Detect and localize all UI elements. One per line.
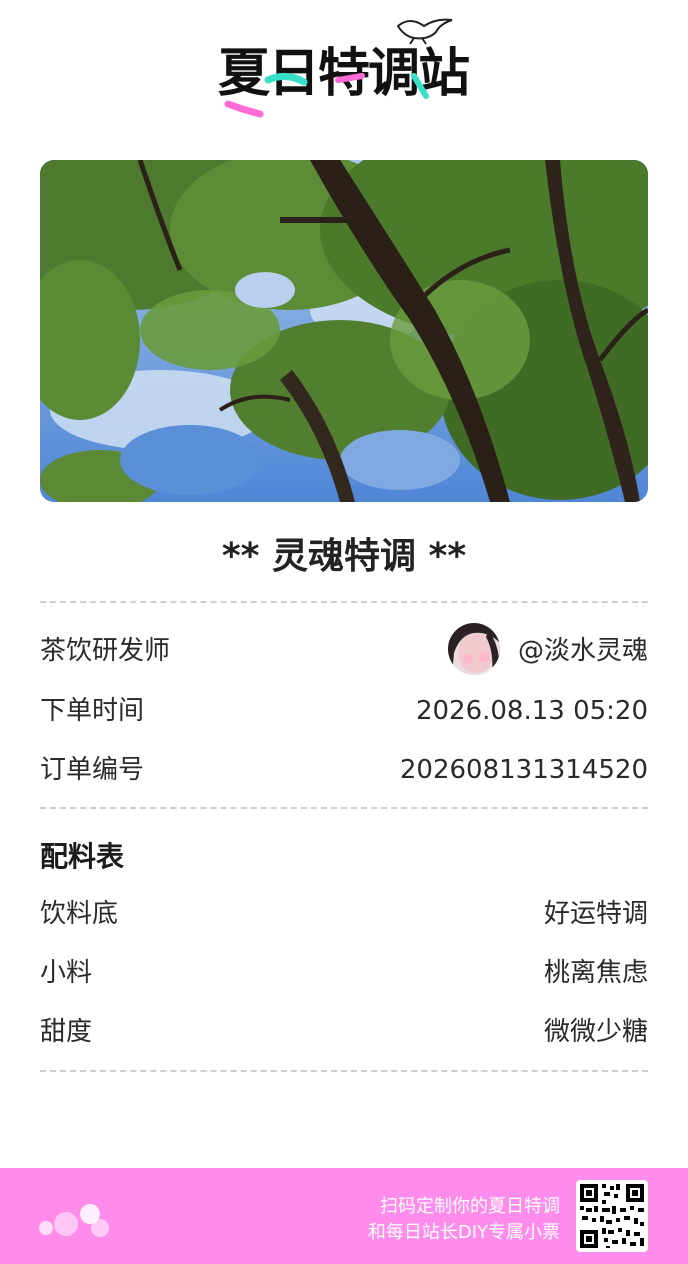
recipe-row-topping: 小料 桃离焦虑 [40,950,648,996]
dashed-divider [40,1070,648,1072]
row-value: 202608131314520 [399,755,648,785]
recipe-row-base: 饮料底 好运特调 [40,891,648,937]
row-value: 桃离焦虑 [543,958,648,988]
recipe-title: 配料表 [40,840,125,873]
seagull-icon [224,18,453,118]
ticket-title: ** 灵魂特调 ** [221,536,467,577]
footer-text: 扫码定制你的夏日特调 和每日站长DIY专属小票 [368,1194,560,1246]
footer-bar: 扫码定制你的夏日特调 和每日站长DIY专属小票 [0,1168,688,1264]
footer-line-2: 和每日站长DIY专属小票 [367,1222,560,1243]
row-label: 茶饮研发师 [40,636,171,666]
blurred-logo-icon [39,1204,109,1237]
hero-photo [40,160,648,502]
dashed-divider [40,601,648,603]
info-row-order-number: 订单编号 202608131314520 [40,747,648,793]
row-label: 饮料底 [40,899,119,929]
row-label: 甜度 [40,1017,93,1047]
recipe-row-sweetness: 甜度 微微少糖 [40,1009,648,1055]
row-value: 微微少糖 [543,1017,648,1047]
row-value: 好运特调 [543,899,648,929]
qr-code-icon[interactable] [576,1180,648,1252]
qr-code-graphic [580,1184,644,1248]
info-row-order-time: 下单时间 2026.08.13 05:20 [40,688,648,734]
row-value: 2026.08.13 05:20 [415,696,648,726]
info-row-developer: 茶饮研发师 @淡水灵魂 [40,628,648,674]
row-label: 小料 [40,958,93,988]
dashed-divider [40,807,648,809]
row-label: 下单时间 [40,696,145,726]
row-label: 订单编号 [40,755,145,785]
developer-handle[interactable]: @淡水灵魂 [518,628,648,674]
avatar[interactable] [448,623,500,675]
brand-logo: 夏日特调站 [214,14,476,126]
footer-line-1: 扫码定制你的夏日特调 [380,1196,560,1217]
avatar-image [448,623,500,675]
tree-canopy-photo [40,160,648,502]
